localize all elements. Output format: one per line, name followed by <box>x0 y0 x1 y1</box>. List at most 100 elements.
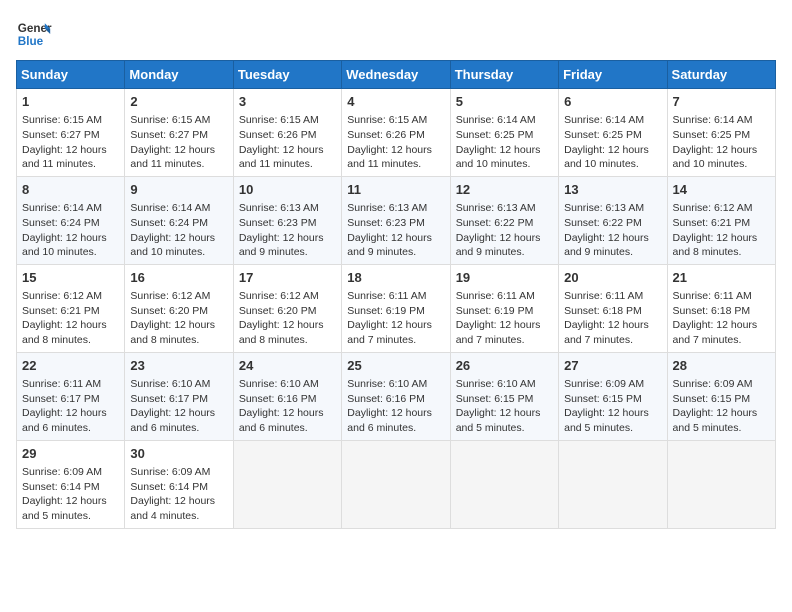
calendar-week-row: 29 Sunrise: 6:09 AM Sunset: 6:14 PM Dayl… <box>17 440 776 528</box>
day-number: 8 <box>22 181 119 199</box>
sunset-label: Sunset: 6:16 PM <box>239 393 317 405</box>
day-number: 25 <box>347 357 444 375</box>
day-number: 1 <box>22 93 119 111</box>
sunrise-label: Sunrise: 6:11 AM <box>564 290 643 302</box>
daylight-label: Daylight: 12 hours and 11 minutes. <box>347 144 432 171</box>
daylight-label: Daylight: 12 hours and 11 minutes. <box>239 144 324 171</box>
calendar-cell: 30 Sunrise: 6:09 AM Sunset: 6:14 PM Dayl… <box>125 440 233 528</box>
calendar-cell: 12 Sunrise: 6:13 AM Sunset: 6:22 PM Dayl… <box>450 176 558 264</box>
sunset-label: Sunset: 6:25 PM <box>564 129 642 141</box>
daylight-label: Daylight: 12 hours and 10 minutes. <box>130 232 215 259</box>
sunset-label: Sunset: 6:18 PM <box>564 305 642 317</box>
sunrise-label: Sunrise: 6:11 AM <box>347 290 426 302</box>
day-number: 2 <box>130 93 227 111</box>
sunset-label: Sunset: 6:21 PM <box>22 305 100 317</box>
calendar-cell: 14 Sunrise: 6:12 AM Sunset: 6:21 PM Dayl… <box>667 176 775 264</box>
sunrise-label: Sunrise: 6:09 AM <box>564 378 644 390</box>
sunset-label: Sunset: 6:15 PM <box>564 393 642 405</box>
daylight-label: Daylight: 12 hours and 7 minutes. <box>673 319 758 346</box>
calendar-cell: 8 Sunrise: 6:14 AM Sunset: 6:24 PM Dayli… <box>17 176 125 264</box>
logo-icon: General Blue <box>16 16 52 52</box>
daylight-label: Daylight: 12 hours and 8 minutes. <box>130 319 215 346</box>
sunset-label: Sunset: 6:19 PM <box>456 305 534 317</box>
calendar-header-row: SundayMondayTuesdayWednesdayThursdayFrid… <box>17 61 776 89</box>
sunrise-label: Sunrise: 6:14 AM <box>564 114 644 126</box>
day-number: 14 <box>673 181 770 199</box>
sunrise-label: Sunrise: 6:11 AM <box>673 290 752 302</box>
day-number: 27 <box>564 357 661 375</box>
daylight-label: Daylight: 12 hours and 11 minutes. <box>22 144 107 171</box>
day-number: 6 <box>564 93 661 111</box>
sunset-label: Sunset: 6:21 PM <box>673 217 751 229</box>
daylight-label: Daylight: 12 hours and 8 minutes. <box>22 319 107 346</box>
calendar-cell: 20 Sunrise: 6:11 AM Sunset: 6:18 PM Dayl… <box>559 264 667 352</box>
sunset-label: Sunset: 6:26 PM <box>239 129 317 141</box>
sunrise-label: Sunrise: 6:11 AM <box>456 290 535 302</box>
calendar-week-row: 22 Sunrise: 6:11 AM Sunset: 6:17 PM Dayl… <box>17 352 776 440</box>
day-number: 30 <box>130 445 227 463</box>
sunrise-label: Sunrise: 6:11 AM <box>22 378 101 390</box>
daylight-label: Daylight: 12 hours and 6 minutes. <box>239 407 324 434</box>
sunset-label: Sunset: 6:17 PM <box>130 393 208 405</box>
daylight-label: Daylight: 12 hours and 9 minutes. <box>347 232 432 259</box>
calendar-cell: 24 Sunrise: 6:10 AM Sunset: 6:16 PM Dayl… <box>233 352 341 440</box>
sunset-label: Sunset: 6:22 PM <box>456 217 534 229</box>
col-header-saturday: Saturday <box>667 61 775 89</box>
calendar-cell: 18 Sunrise: 6:11 AM Sunset: 6:19 PM Dayl… <box>342 264 450 352</box>
col-header-monday: Monday <box>125 61 233 89</box>
day-number: 16 <box>130 269 227 287</box>
calendar-cell <box>667 440 775 528</box>
calendar-cell: 26 Sunrise: 6:10 AM Sunset: 6:15 PM Dayl… <box>450 352 558 440</box>
day-number: 21 <box>673 269 770 287</box>
daylight-label: Daylight: 12 hours and 6 minutes. <box>130 407 215 434</box>
calendar-cell: 4 Sunrise: 6:15 AM Sunset: 6:26 PM Dayli… <box>342 89 450 177</box>
daylight-label: Daylight: 12 hours and 9 minutes. <box>564 232 649 259</box>
calendar-week-row: 15 Sunrise: 6:12 AM Sunset: 6:21 PM Dayl… <box>17 264 776 352</box>
day-number: 20 <box>564 269 661 287</box>
sunrise-label: Sunrise: 6:09 AM <box>130 466 210 478</box>
logo: General Blue <box>16 16 52 52</box>
sunset-label: Sunset: 6:14 PM <box>22 481 100 493</box>
day-number: 24 <box>239 357 336 375</box>
sunrise-label: Sunrise: 6:14 AM <box>130 202 210 214</box>
day-number: 29 <box>22 445 119 463</box>
daylight-label: Daylight: 12 hours and 10 minutes. <box>673 144 758 171</box>
sunset-label: Sunset: 6:20 PM <box>130 305 208 317</box>
daylight-label: Daylight: 12 hours and 5 minutes. <box>456 407 541 434</box>
sunrise-label: Sunrise: 6:13 AM <box>347 202 427 214</box>
sunrise-label: Sunrise: 6:15 AM <box>239 114 319 126</box>
calendar-cell <box>559 440 667 528</box>
day-number: 15 <box>22 269 119 287</box>
sunrise-label: Sunrise: 6:15 AM <box>130 114 210 126</box>
day-number: 18 <box>347 269 444 287</box>
day-number: 17 <box>239 269 336 287</box>
sunset-label: Sunset: 6:24 PM <box>130 217 208 229</box>
sunset-label: Sunset: 6:17 PM <box>22 393 100 405</box>
day-number: 7 <box>673 93 770 111</box>
calendar-cell: 2 Sunrise: 6:15 AM Sunset: 6:27 PM Dayli… <box>125 89 233 177</box>
daylight-label: Daylight: 12 hours and 5 minutes. <box>22 495 107 522</box>
sunrise-label: Sunrise: 6:09 AM <box>673 378 753 390</box>
daylight-label: Daylight: 12 hours and 7 minutes. <box>564 319 649 346</box>
day-number: 26 <box>456 357 553 375</box>
daylight-label: Daylight: 12 hours and 6 minutes. <box>22 407 107 434</box>
daylight-label: Daylight: 12 hours and 11 minutes. <box>130 144 215 171</box>
daylight-label: Daylight: 12 hours and 8 minutes. <box>673 232 758 259</box>
sunset-label: Sunset: 6:15 PM <box>456 393 534 405</box>
svg-text:Blue: Blue <box>18 35 44 48</box>
calendar-cell: 21 Sunrise: 6:11 AM Sunset: 6:18 PM Dayl… <box>667 264 775 352</box>
calendar-cell: 23 Sunrise: 6:10 AM Sunset: 6:17 PM Dayl… <box>125 352 233 440</box>
daylight-label: Daylight: 12 hours and 10 minutes. <box>456 144 541 171</box>
calendar-cell: 27 Sunrise: 6:09 AM Sunset: 6:15 PM Dayl… <box>559 352 667 440</box>
daylight-label: Daylight: 12 hours and 10 minutes. <box>22 232 107 259</box>
sunset-label: Sunset: 6:26 PM <box>347 129 425 141</box>
day-number: 12 <box>456 181 553 199</box>
page-header: General Blue <box>16 16 776 52</box>
daylight-label: Daylight: 12 hours and 7 minutes. <box>456 319 541 346</box>
calendar-cell: 25 Sunrise: 6:10 AM Sunset: 6:16 PM Dayl… <box>342 352 450 440</box>
sunrise-label: Sunrise: 6:14 AM <box>456 114 536 126</box>
sunrise-label: Sunrise: 6:10 AM <box>347 378 427 390</box>
sunset-label: Sunset: 6:19 PM <box>347 305 425 317</box>
sunrise-label: Sunrise: 6:12 AM <box>130 290 210 302</box>
daylight-label: Daylight: 12 hours and 4 minutes. <box>130 495 215 522</box>
